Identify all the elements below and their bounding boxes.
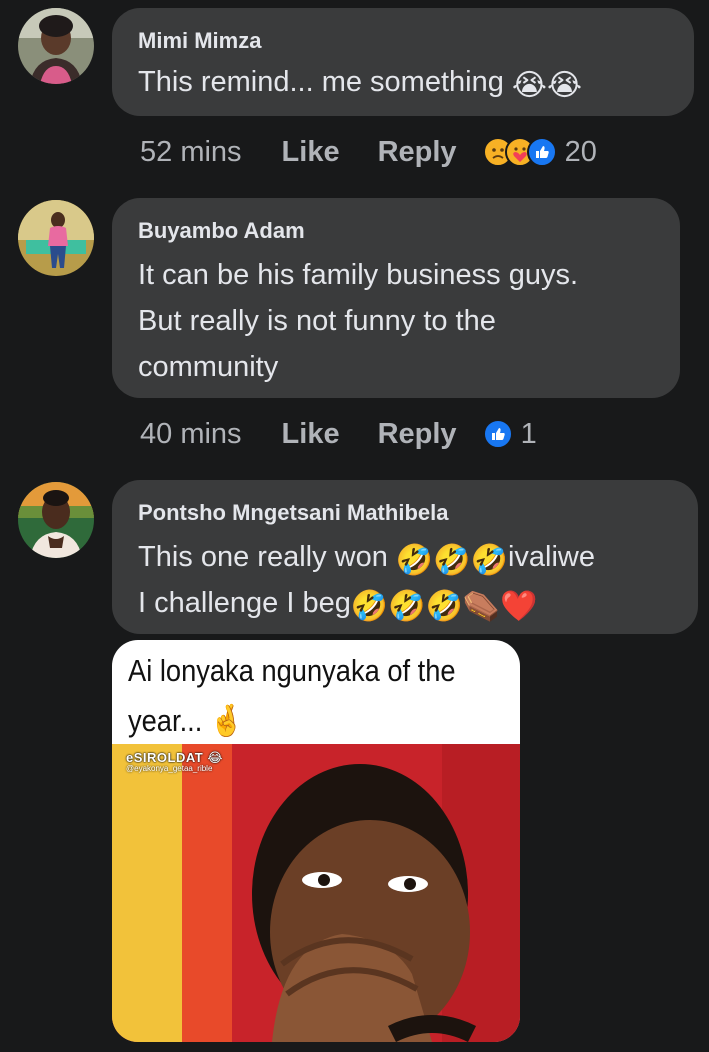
comment-text-line1: This one really won [138,541,396,573]
reply-button[interactable]: Reply [378,418,457,451]
avatar[interactable] [18,482,94,558]
crying-emoji-icon: 😭😭 [511,68,583,103]
comment-text: It can be his family business guys. But … [138,259,579,383]
comment-author[interactable]: Pontsho Mngetsani Mathibela [138,500,672,526]
reaction-count: 1 [520,417,537,450]
attached-meme-image[interactable]: Ai lonyaka ngunyaka of the year... 🤞 eSI… [112,640,520,1042]
like-reaction-icon [482,419,513,449]
comment-text: This one really won 🤣🤣🤣ivaliwe [138,534,672,580]
meme-caption: Ai lonyaka ngunyaka of the year... 🤞 [128,653,456,738]
meme-watermark-sub: @eyakonya_getaa_rible [126,764,213,773]
comment-text: This remind... me something 😭😭 [138,62,668,102]
comment-meta: 52 mins Like Reply 20 [140,132,597,172]
comment-bubble: Buyambo Adam It can be his family busine… [112,198,680,398]
reaction-summary[interactable]: 20 [482,135,597,169]
comment-bubble: Pontsho Mngetsani Mathibela This one rea… [112,480,698,634]
avatar[interactable] [18,200,94,276]
comment-timestamp[interactable]: 40 mins [140,418,242,451]
comment-timestamp[interactable]: 52 mins [140,136,242,169]
like-button[interactable]: Like [282,136,340,169]
comment-text: I challenge I beg🤣🤣🤣⚰️❤️ [138,580,672,626]
rofl-coffin-heart-emoji-icon: 🤣🤣🤣⚰️❤️ [350,589,538,624]
reaction-count: 20 [564,135,597,168]
rofl-emoji-icon: 🤣🤣🤣 [395,543,508,578]
avatar[interactable] [18,8,94,84]
comment-text-line1-tail: ivaliwe [507,541,595,573]
comment-text-body: This remind... me something [138,66,504,98]
meme-photo [112,744,520,1042]
comment-meta: 40 mins Like Reply 1 [140,414,537,454]
like-reaction-icon [526,137,557,167]
comment-text-line2: I challenge I beg [138,587,351,619]
reply-button[interactable]: Reply [378,136,457,169]
comment-bubble: Mimi Mimza This remind... me something 😭… [112,8,694,116]
reaction-summary[interactable]: 1 [482,417,537,451]
comment-author[interactable]: Mimi Mimza [138,28,668,54]
like-button[interactable]: Like [282,418,340,451]
comment-author[interactable]: Buyambo Adam [138,218,654,244]
